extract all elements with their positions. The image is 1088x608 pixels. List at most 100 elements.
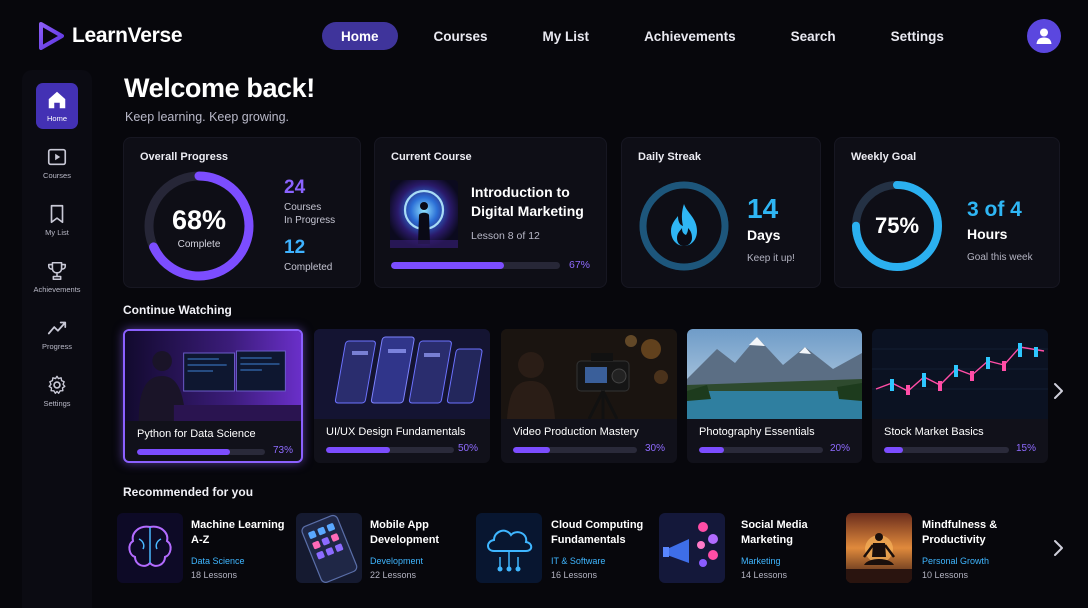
continue-card-title: Photography Essentials (699, 426, 815, 438)
nav-settings[interactable]: Settings (872, 22, 963, 50)
recommended-item-mindfulness[interactable]: Mindfulness & Productivity Personal Grow… (846, 513, 1036, 585)
course-thumbnail (501, 329, 677, 419)
continue-card-percent: 15% (1016, 443, 1037, 454)
completed-count: 12 (284, 237, 306, 258)
in-progress-label-1: Courses (284, 202, 322, 213)
continue-card-stock-market[interactable]: Stock Market Basics 15% (872, 329, 1048, 463)
course-lesson: Lesson 8 of 12 (471, 230, 540, 242)
recommended-title-line-1: Social Media (741, 519, 808, 531)
sidebar-item-label: Settings (43, 399, 71, 408)
continue-card-video[interactable]: Video Production Mastery 30% (501, 329, 677, 463)
recommended-item-cloud-computing[interactable]: Cloud Computing Fundamentals IT & Softwa… (476, 513, 651, 585)
recommended-category: Marketing (741, 556, 781, 566)
recommended-title-line-2: A-Z (191, 534, 210, 546)
continue-card-progress-fill (326, 447, 390, 453)
page-title: Welcome back! (124, 73, 315, 103)
continue-card-progress-fill (137, 449, 231, 455)
trophy-icon (47, 261, 67, 281)
streak-note: Keep it up! (747, 253, 795, 264)
weekly-goal-unit: Hours (967, 226, 1008, 242)
overall-progress-card[interactable]: Overall Progress 68% Complete 24 Courses… (123, 137, 361, 288)
flame-icon (671, 204, 697, 246)
continue-card-title: Video Production Mastery (513, 426, 639, 438)
nav-search[interactable]: Search (772, 22, 855, 50)
continue-card-python[interactable]: Python for Data Science 73% (123, 329, 303, 463)
sidebar-item-achievements[interactable]: Achievements (33, 254, 81, 300)
recommended-item-social-media[interactable]: Social Media Marketing Marketing 14 Less… (659, 513, 834, 585)
weekly-goal-percent: 75% (874, 213, 920, 238)
course-thumbnail (687, 329, 862, 419)
continue-watching-title: Continue Watching (123, 303, 232, 317)
continue-card-title: Python for Data Science (137, 428, 256, 440)
recommended-title-line-2: Marketing (741, 534, 793, 546)
course-thumbnail (296, 513, 362, 583)
weekly-goal-card[interactable]: Weekly Goal 75% 3 of 4 Hours Goal this w… (834, 137, 1060, 288)
sidebar-item-label: Progress (41, 342, 72, 351)
sidebar-item-my-list[interactable]: My List (36, 197, 78, 243)
sidebar-item-label: Courses (43, 171, 71, 180)
nav-my-list[interactable]: My List (524, 22, 609, 50)
recommended-next-icon[interactable] (1051, 538, 1065, 558)
continue-card-percent: 50% (458, 443, 479, 454)
app-logo[interactable]: LearnVerse (38, 22, 183, 50)
in-progress-count: 24 (284, 177, 306, 198)
nav-courses[interactable]: Courses (415, 22, 507, 50)
sidebar-item-courses[interactable]: Courses (36, 140, 78, 186)
recommended-lessons: 22 Lessons (370, 570, 417, 580)
current-course-card[interactable]: Current Course Introduction to Digital M… (374, 137, 607, 288)
recommended-item-machine-learning[interactable]: Machine Learning A-Z Data Science 18 Les… (117, 513, 287, 585)
recommended-title-line-1: Mindfulness & (922, 519, 998, 531)
course-thumbnail (314, 329, 490, 419)
course-progress-fill (391, 262, 505, 269)
user-icon (1036, 28, 1052, 44)
top-navigation: Home Courses My List Achievements Search… (322, 22, 980, 50)
continue-card-progress-bar (699, 447, 823, 453)
continue-card-percent: 30% (645, 443, 666, 454)
weekly-goal-note: Goal this week (967, 252, 1033, 263)
card-title: Current Course (391, 151, 472, 163)
sidebar-item-label: My List (45, 228, 69, 237)
continue-card-progress-fill (884, 447, 903, 453)
recommended-title-line-2: Fundamentals (551, 534, 626, 546)
sidebar-item-label: Achievements (33, 285, 81, 294)
streak-days-count: 14 (747, 193, 779, 224)
continue-card-progress-fill (513, 447, 551, 453)
recommended-category: Data Science (191, 556, 245, 566)
course-progress-percent: 67% (569, 259, 591, 271)
continue-card-percent: 20% (830, 443, 851, 454)
recommended-lessons: 14 Lessons (741, 570, 788, 580)
play-icon (47, 148, 67, 166)
streak-unit: Days (747, 227, 781, 243)
recommended-title-line-2: Development (370, 534, 440, 546)
recommended-item-mobile-app[interactable]: Mobile App Development Development 22 Le… (296, 513, 466, 585)
card-title: Weekly Goal (851, 151, 917, 163)
course-thumbnail (117, 513, 183, 583)
nav-home[interactable]: Home (322, 22, 398, 50)
recommended-category: Personal Growth (922, 556, 990, 566)
card-title: Daily Streak (638, 151, 701, 163)
recommended-category: Development (370, 556, 424, 566)
continue-card-photography[interactable]: Photography Essentials 20% (687, 329, 862, 463)
user-avatar[interactable] (1027, 19, 1061, 53)
continue-card-uiux[interactable]: UI/UX Design Fundamentals 50% (314, 329, 490, 463)
logo-icon (39, 22, 64, 50)
overall-percent: 68% (171, 205, 227, 235)
in-progress-label-2: In Progress (284, 215, 336, 226)
recommended-lessons: 18 Lessons (191, 570, 238, 580)
overall-complete-label: Complete (177, 239, 221, 250)
continue-watching-next-icon[interactable] (1051, 381, 1065, 401)
nav-achievements[interactable]: Achievements (625, 22, 755, 50)
page-subtitle: Keep learning. Keep growing. (125, 110, 290, 124)
app-name: LearnVerse (72, 24, 183, 47)
weekly-goal-value: 3 of 4 (967, 198, 1022, 221)
course-thumbnail (390, 180, 458, 248)
continue-card-progress-bar (137, 449, 265, 455)
sidebar-item-progress[interactable]: Progress (36, 311, 78, 357)
sidebar-item-settings[interactable]: Settings (36, 368, 78, 414)
daily-streak-card[interactable]: Daily Streak 14 Days Keep it up! (621, 137, 821, 288)
continue-card-progress-fill (699, 447, 724, 453)
sidebar-item-home[interactable]: Home (36, 83, 78, 129)
course-progress-bar (391, 262, 560, 269)
course-thumbnail (659, 513, 725, 583)
recommended-lessons: 16 Lessons (551, 570, 598, 580)
